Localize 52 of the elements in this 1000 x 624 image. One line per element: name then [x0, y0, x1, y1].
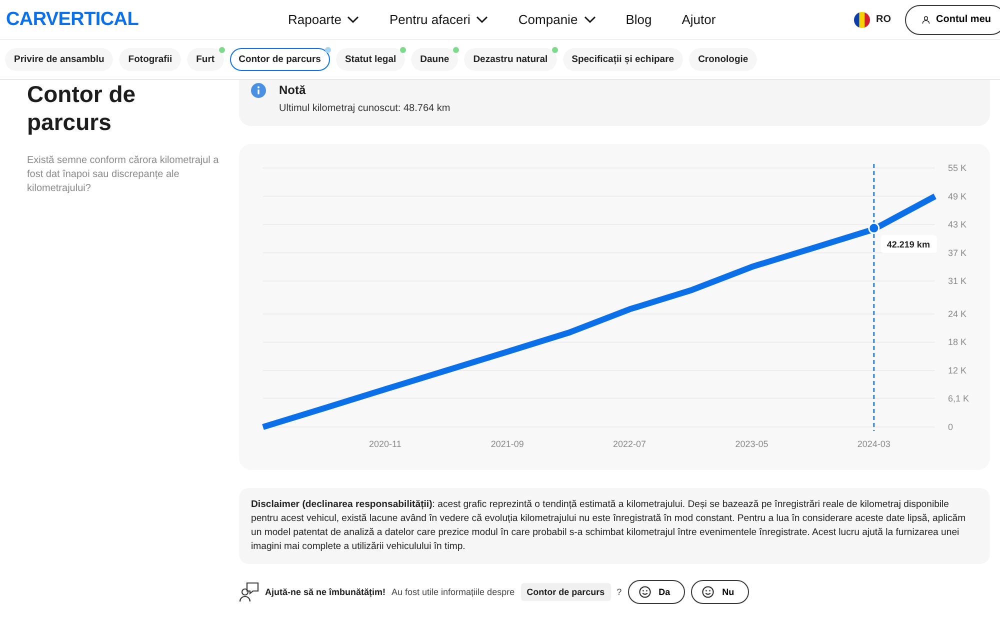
tab[interactable]: Fotografii — [119, 48, 182, 71]
y-tick-label: 55 K — [948, 163, 967, 173]
y-tick-label: 6,1 K — [948, 393, 970, 404]
nav-link[interactable]: Blog — [626, 12, 652, 27]
feedback-title: Ajută-ne să ne îmbunătățim! — [265, 587, 386, 597]
question-mark: ? — [616, 587, 622, 597]
tab[interactable]: Cronologie — [689, 48, 758, 71]
nav-link[interactable]: Pentru afaceri — [389, 12, 488, 27]
feedback-question: Au fost utile informațiile despre — [392, 587, 515, 597]
feedback-person-icon — [239, 582, 259, 602]
note-title: Notă — [279, 83, 307, 97]
language-label[interactable]: RO — [876, 14, 891, 25]
y-tick-label: 12 K — [948, 366, 967, 376]
flag-icon — [854, 12, 870, 28]
nav-link[interactable]: Rapoarte — [288, 12, 360, 27]
y-tick-label: 0 — [948, 422, 954, 432]
y-tick-label: 24 K — [948, 308, 967, 319]
note-text: Ultimul kilometraj cunoscut: 48.764 km — [279, 103, 450, 114]
nav-link[interactable]: Companie — [518, 12, 596, 27]
info-icon — [251, 83, 266, 98]
annotation: 42.219 km — [886, 240, 930, 250]
tab[interactable]: Dezastru natural — [464, 48, 557, 71]
answer-button[interactable]: Da — [628, 580, 686, 604]
y-tick-label: 43 K — [948, 220, 967, 230]
tab[interactable]: Contor de parcurs — [230, 48, 330, 71]
tab[interactable]: Statut legal — [336, 48, 406, 71]
y-tick-label: 37 K — [948, 248, 967, 258]
y-tick-label: 18 K — [948, 337, 967, 348]
tab[interactable]: Specificații și echipare — [562, 48, 684, 71]
x-tick-label: 2021-09 — [490, 439, 524, 449]
section-description: Există semne conform cărora kilometrajul a fost dat înapoi sau discrepanțe ale kilometrajului? — [27, 154, 219, 196]
section-title: Contor de parcurs — [27, 80, 137, 136]
answer-button[interactable]: Nu — [691, 580, 750, 604]
tab[interactable]: Furt — [187, 48, 224, 71]
x-tick-label: 2020-11 — [369, 439, 402, 449]
data-point — [868, 222, 880, 234]
x-tick-label: 2023-05 — [735, 439, 768, 449]
smiley-icon — [638, 586, 651, 598]
disclaimer-text: Disclaimer (declinarea responsabilității): acest grafic reprezintă o tendință estimată a kilometrajului. Deși se bazează pe înregistrări reale de kilometraj disponibile pentru acest vehicul, există lacune având în vedere că evoluția kilometrajului nu este înregistrată în mod constant. Pentru a lua în considerare aceste date lipsă, aplicăm un model patentat de analiză a datelor care prezice modul în care probabil s-a schimbat kilometrajul între evenimentele înregistrate. Acest lucru ajută la furnizarea unei imagini mai complete a utilizării vehiculului în timp. — [239, 488, 990, 564]
y-tick-label: 31 K — [948, 276, 967, 286]
logo[interactable]: CARVERTICAL — [6, 8, 288, 30]
nav-link[interactable]: Ajutor — [682, 12, 716, 27]
y-tick-label: 49 K — [948, 191, 967, 202]
smiley-icon — [702, 586, 714, 598]
account-button[interactable]: Contul meu — [905, 4, 1000, 34]
tab[interactable]: Daune — [411, 48, 458, 71]
x-tick-label: 2022-07 — [613, 439, 646, 449]
user-icon — [920, 16, 932, 24]
x-tick-label: 2024-03 — [857, 439, 890, 449]
tab[interactable]: Privire de ansamblu — [5, 48, 114, 71]
topic-chip: Contor de parcurs — [520, 583, 611, 601]
value-tooltip: 42.219 km — [880, 235, 937, 254]
